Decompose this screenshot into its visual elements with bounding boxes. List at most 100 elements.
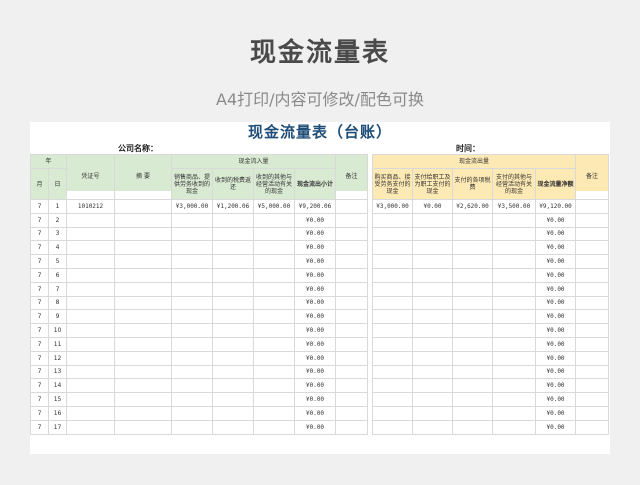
summary-cell[interactable] [114, 378, 173, 394]
month-cell[interactable]: 7 [30, 267, 49, 283]
remark-cell[interactable] [575, 240, 610, 256]
remark-cell[interactable] [575, 419, 610, 435]
taxes-paid-cell[interactable] [452, 323, 493, 338]
month-cell[interactable]: 7 [30, 378, 49, 394]
purchase-cell[interactable] [372, 419, 413, 435]
month-cell[interactable]: 7 [30, 295, 49, 311]
remark-cell[interactable] [335, 392, 369, 407]
summary-cell[interactable] [114, 392, 173, 407]
staff-pay-cell[interactable] [412, 267, 453, 283]
remark-cell[interactable] [575, 336, 610, 352]
subtotal-cell[interactable]: ¥0.00 [294, 364, 337, 380]
remark-cell[interactable] [335, 405, 369, 421]
staff-pay-cell[interactable] [412, 309, 453, 325]
taxes-paid-cell[interactable] [452, 254, 493, 269]
remark-cell[interactable] [335, 226, 369, 242]
purchase-cell[interactable] [372, 226, 413, 242]
net-cash-flow-cell[interactable]: ¥0.00 [534, 295, 577, 311]
remark-cell[interactable] [335, 378, 369, 394]
voucher-cell[interactable] [66, 309, 116, 325]
sales-cell[interactable] [171, 378, 214, 394]
remark-cell[interactable] [575, 267, 610, 283]
refund-cell[interactable] [212, 336, 255, 352]
remark-cell[interactable] [575, 309, 610, 325]
other-outflow-cell[interactable] [492, 378, 536, 394]
taxes-paid-cell[interactable] [452, 350, 493, 366]
staff-pay-cell[interactable] [412, 350, 453, 366]
staff-pay-cell[interactable] [412, 378, 453, 394]
net-cash-flow-cell[interactable]: ¥0.00 [534, 323, 577, 338]
remark-cell[interactable] [575, 226, 610, 242]
net-cash-flow-cell[interactable]: ¥9,120.00 [534, 199, 577, 214]
subtotal-cell[interactable]: ¥0.00 [294, 392, 337, 407]
sales-cell[interactable] [171, 419, 214, 435]
purchase-cell[interactable] [372, 240, 413, 256]
other-outflow-cell[interactable] [492, 212, 536, 228]
staff-pay-cell[interactable]: ¥0.00 [412, 199, 453, 214]
remark-cell[interactable] [575, 378, 610, 394]
net-cash-flow-cell[interactable]: ¥0.00 [534, 240, 577, 256]
taxes-paid-cell[interactable] [452, 281, 493, 297]
subtotal-cell[interactable]: ¥0.00 [294, 295, 337, 311]
voucher-cell[interactable] [66, 419, 116, 435]
purchase-cell[interactable]: ¥3,000.00 [372, 199, 413, 214]
subtotal-cell[interactable]: ¥0.00 [294, 267, 337, 283]
net-cash-flow-cell[interactable]: ¥0.00 [534, 350, 577, 366]
remark-cell[interactable] [575, 212, 610, 228]
staff-pay-cell[interactable] [412, 226, 453, 242]
taxes-paid-cell[interactable] [452, 419, 493, 435]
other-inflow-cell[interactable] [253, 254, 296, 269]
sales-cell[interactable] [171, 295, 214, 311]
staff-pay-cell[interactable] [412, 419, 453, 435]
day-cell[interactable]: 6 [47, 267, 68, 283]
day-cell[interactable]: 10 [47, 323, 68, 338]
month-cell[interactable]: 7 [30, 309, 49, 325]
sales-cell[interactable] [171, 226, 214, 242]
other-outflow-cell[interactable] [492, 392, 536, 407]
refund-cell[interactable]: ¥1,200.06 [212, 199, 255, 214]
purchase-cell[interactable] [372, 309, 413, 325]
other-outflow-cell[interactable] [492, 323, 536, 338]
purchase-cell[interactable] [372, 295, 413, 311]
month-cell[interactable]: 7 [30, 336, 49, 352]
voucher-cell[interactable] [66, 281, 116, 297]
month-cell[interactable]: 7 [30, 323, 49, 338]
refund-cell[interactable] [212, 267, 255, 283]
day-cell[interactable]: 12 [47, 350, 68, 366]
sales-cell[interactable] [171, 309, 214, 325]
subtotal-cell[interactable]: ¥0.00 [294, 378, 337, 394]
refund-cell[interactable] [212, 350, 255, 366]
voucher-cell[interactable] [66, 295, 116, 311]
voucher-cell[interactable] [66, 392, 116, 407]
sales-cell[interactable] [171, 336, 214, 352]
subtotal-cell[interactable]: ¥9,200.06 [294, 199, 337, 214]
other-inflow-cell[interactable] [253, 364, 296, 380]
staff-pay-cell[interactable] [412, 281, 453, 297]
voucher-cell[interactable] [66, 364, 116, 380]
staff-pay-cell[interactable] [412, 240, 453, 256]
summary-cell[interactable] [114, 226, 173, 242]
sales-cell[interactable] [171, 240, 214, 256]
refund-cell[interactable] [212, 254, 255, 269]
remark-cell[interactable] [335, 350, 369, 366]
refund-cell[interactable] [212, 281, 255, 297]
net-cash-flow-cell[interactable]: ¥0.00 [534, 309, 577, 325]
day-cell[interactable]: 14 [47, 378, 68, 394]
subtotal-cell[interactable]: ¥0.00 [294, 405, 337, 421]
day-cell[interactable]: 11 [47, 336, 68, 352]
net-cash-flow-cell[interactable]: ¥0.00 [534, 267, 577, 283]
refund-cell[interactable] [212, 378, 255, 394]
day-cell[interactable]: 2 [47, 212, 68, 228]
remark-cell[interactable] [335, 254, 369, 269]
taxes-paid-cell[interactable] [452, 405, 493, 421]
subtotal-cell[interactable]: ¥0.00 [294, 336, 337, 352]
other-inflow-cell[interactable] [253, 309, 296, 325]
day-cell[interactable]: 8 [47, 295, 68, 311]
net-cash-flow-cell[interactable]: ¥0.00 [534, 364, 577, 380]
sales-cell[interactable] [171, 254, 214, 269]
day-cell[interactable]: 1 [47, 199, 68, 214]
staff-pay-cell[interactable] [412, 254, 453, 269]
sales-cell[interactable] [171, 350, 214, 366]
month-cell[interactable]: 7 [30, 364, 49, 380]
refund-cell[interactable] [212, 212, 255, 228]
